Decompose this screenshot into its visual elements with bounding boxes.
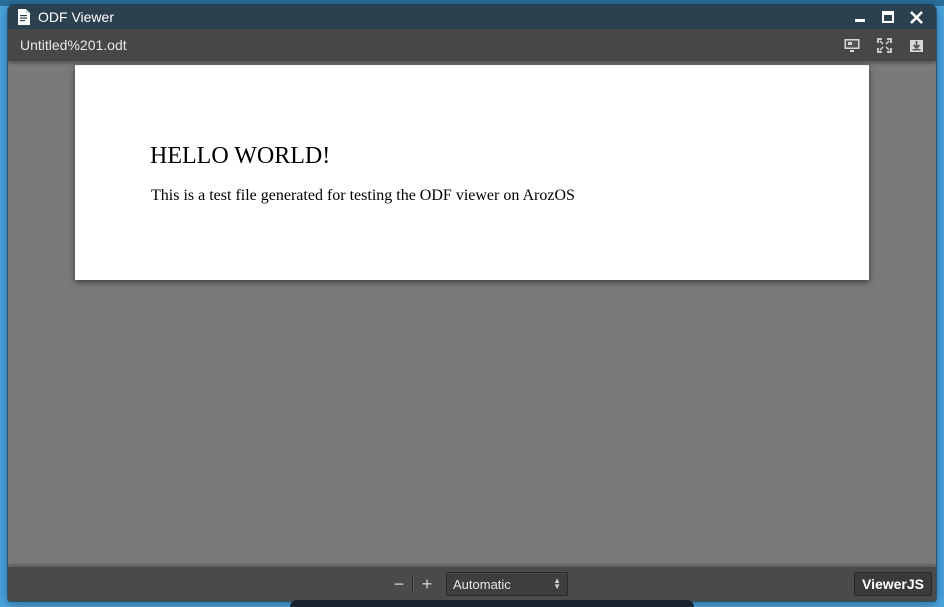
- bottom-toolbar: − + Automatic ▲ ▼ ViewerJS: [8, 567, 936, 601]
- minimize-button[interactable]: [846, 5, 874, 29]
- fullscreen-icon: [876, 37, 892, 53]
- zoom-out-button[interactable]: −: [386, 571, 412, 597]
- zoom-select[interactable]: Automatic ▲ ▼: [446, 572, 568, 596]
- fullscreen-button[interactable]: [868, 29, 900, 61]
- document-canvas[interactable]: HELLO WORLD! This is a test file generat…: [8, 61, 936, 567]
- download-button[interactable]: [900, 29, 932, 61]
- viewerjs-button[interactable]: ViewerJS: [854, 572, 932, 596]
- maximize-icon: [882, 11, 894, 23]
- presentation-button[interactable]: [836, 29, 868, 61]
- close-icon: [909, 10, 923, 24]
- download-icon: [909, 39, 923, 52]
- window-titlebar[interactable]: ODF Viewer: [8, 5, 936, 29]
- document-paragraph: This is a test file generated for testin…: [151, 187, 575, 204]
- document-page: HELLO WORLD! This is a test file generat…: [75, 65, 869, 280]
- minimize-icon: [855, 19, 865, 22]
- select-arrows-icon: ▲ ▼: [553, 576, 561, 591]
- zoom-select-value: Automatic: [453, 576, 511, 592]
- odf-viewer-window: ODF Viewer Untitled%201.odt HELLO WORLD!…: [8, 5, 936, 601]
- document-app-icon: [16, 9, 30, 25]
- document-toolbar: Untitled%201.odt: [8, 29, 936, 61]
- taskbar-edge: [290, 600, 694, 607]
- window-title: ODF Viewer: [38, 9, 114, 25]
- document-heading: HELLO WORLD!: [150, 143, 331, 169]
- zoom-controls: − + Automatic ▲ ▼: [386, 571, 568, 597]
- close-button[interactable]: [902, 5, 930, 29]
- maximize-button[interactable]: [874, 5, 902, 29]
- zoom-in-button[interactable]: +: [414, 571, 440, 597]
- document-title: Untitled%201.odt: [20, 37, 127, 53]
- presentation-icon: [844, 38, 860, 52]
